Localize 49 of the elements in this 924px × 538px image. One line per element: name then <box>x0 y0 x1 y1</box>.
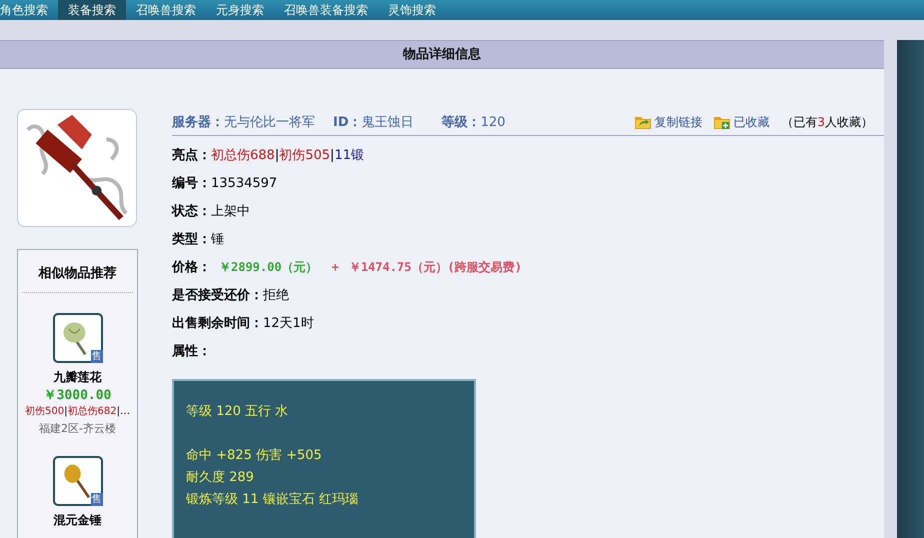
nav-tab[interactable]: 元身搜索 <box>206 0 274 20</box>
nav-tab[interactable]: 灵饰搜索 <box>378 0 446 20</box>
fee-value: ￥1474.75（元）(跨服交易费) <box>348 258 522 276</box>
field-label: 价格： <box>172 259 211 276</box>
attribute-line: 命中 +825 伤害 +505 <box>185 447 323 465</box>
favorite-link[interactable]: 已收藏 <box>714 114 770 130</box>
attribute-line: 锻炼等级 11 镶嵌宝石 红玛瑙 <box>185 491 359 509</box>
field-label: 类型： <box>172 231 211 248</box>
plus-sign: + <box>332 260 339 274</box>
nav-tab[interactable]: 召唤兽装备搜索 <box>274 0 378 20</box>
server-label: 服务器： <box>172 114 224 131</box>
field-value: 拒绝 <box>263 287 289 304</box>
field-label: 属性： <box>172 343 211 360</box>
server-value: 无与伦比一将军 <box>224 114 315 131</box>
price-value: ￥2899.00（元） <box>219 258 318 276</box>
panel-title: 物品详细信息 <box>0 41 884 69</box>
favorite-count: （已有3人收藏） <box>781 114 873 130</box>
item-name[interactable]: 九瓣莲花 <box>54 369 102 386</box>
field-value: 上架中 <box>211 203 250 220</box>
nav-tab[interactable]: 角色搜索 <box>0 0 58 20</box>
id-label: ID： <box>333 114 362 131</box>
folder-arrow-icon <box>635 115 652 129</box>
field-label: 编号： <box>172 174 211 192</box>
nav-tab[interactable]: 召唤兽搜索 <box>126 0 206 20</box>
id-value: 鬼王蚀日 <box>362 114 414 131</box>
level-value: 120 <box>480 114 506 130</box>
sale-badge: 售 <box>90 350 102 363</box>
sale-badge: 售 <box>90 493 102 506</box>
item-price: ￥3000.00 <box>44 387 112 404</box>
item-name[interactable]: 混元金锤 <box>54 512 102 529</box>
field-value: 12天1时 <box>263 315 314 332</box>
copy-link[interactable]: 复制链接 <box>635 114 702 130</box>
nav-tab[interactable]: 装备搜索 <box>58 0 126 20</box>
field-value: 13534597 <box>211 176 278 190</box>
field-label: 亮点： <box>172 146 211 164</box>
item-server: 福建2区-齐云楼 <box>39 421 116 436</box>
folder-plus-icon <box>714 115 730 129</box>
item-highlights: 初伤500|初总伤682|… <box>25 404 130 418</box>
field-label: 是否接受还价： <box>172 286 263 304</box>
highlights-value: 初总伤688|初伤505|11锻 <box>211 147 364 164</box>
field-value: 锤 <box>211 231 224 248</box>
field-label: 状态： <box>172 203 211 220</box>
item-thumbnail[interactable]: 售 <box>52 313 102 363</box>
field-label: 出售剩余时间： <box>172 315 263 332</box>
attribute-line: 等级 120 五行 水 <box>185 403 290 421</box>
similar-title: 相似物品推荐 <box>22 250 133 293</box>
item-thumbnail[interactable]: 售 <box>52 456 102 506</box>
level-label: 等级： <box>442 114 481 131</box>
attribute-line: 耐久度 289 <box>185 469 255 487</box>
